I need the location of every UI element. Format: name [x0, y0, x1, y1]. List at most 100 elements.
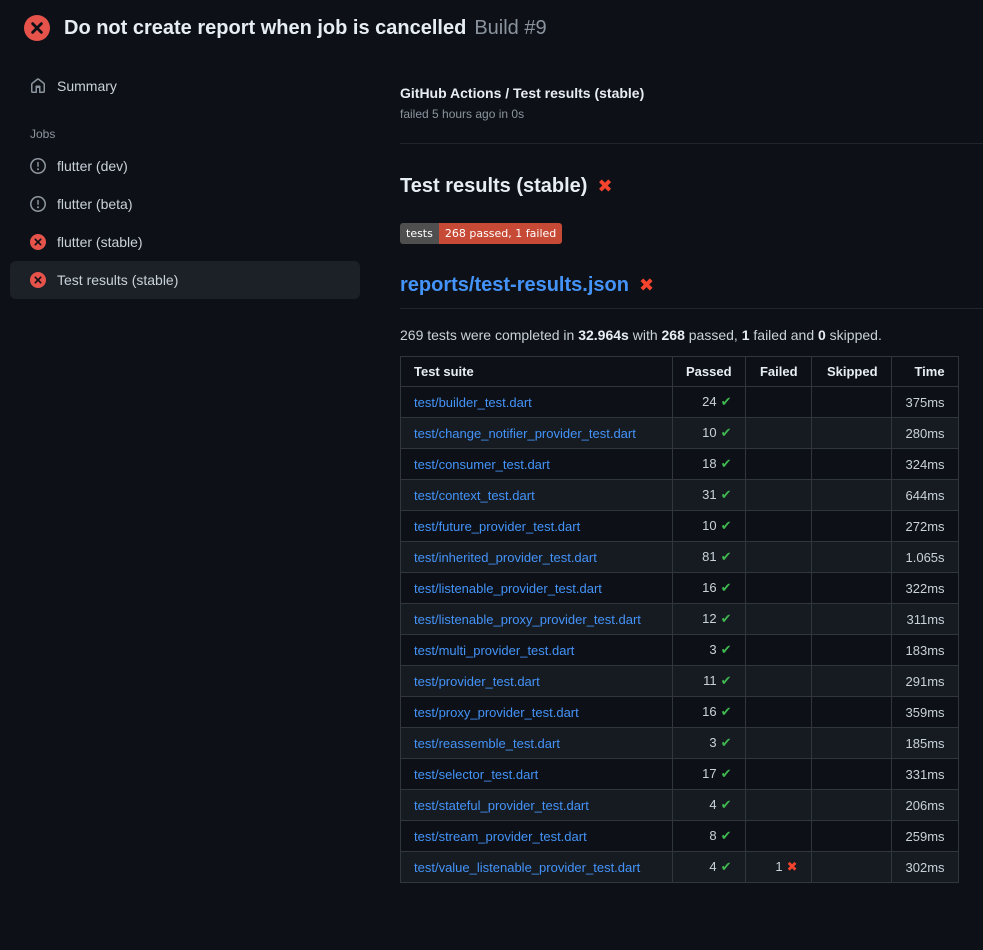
- sidebar-summary-label: Summary: [57, 78, 117, 94]
- sidebar-job-3[interactable]: flutter (stable): [10, 223, 360, 261]
- table-row: test/inherited_provider_test.dart 81✔ ✖ …: [401, 542, 959, 573]
- passed-count: 11: [703, 673, 717, 688]
- table-row: test/stateful_provider_test.dart 4✔ ✖ 20…: [401, 790, 959, 821]
- alert-circle-icon: [30, 196, 46, 212]
- test-suite-link[interactable]: test/stateful_provider_test.dart: [414, 798, 589, 813]
- test-suite-link[interactable]: test/provider_test.dart: [414, 674, 540, 689]
- time-value: 1.065s: [906, 550, 945, 565]
- table-row: test/multi_provider_test.dart 3✔ ✖ 183ms: [401, 635, 959, 666]
- table-row: test/proxy_provider_test.dart 16✔ ✖ 359m…: [401, 697, 959, 728]
- sidebar-job-label: flutter (beta): [57, 196, 132, 212]
- time-value: 359ms: [906, 705, 945, 720]
- passed-count: 12: [702, 611, 716, 626]
- sidebar: Summary Jobs flutter (dev) flutter (beta…: [0, 51, 370, 315]
- col-header-passed: Passed: [673, 357, 746, 387]
- results-table-body: test/builder_test.dart 24✔ ✖ 375ms test/…: [401, 387, 959, 883]
- passed-count: 10: [702, 518, 716, 533]
- badge-value: 268 passed, 1 failed: [439, 223, 562, 244]
- test-suite-link[interactable]: test/builder_test.dart: [414, 395, 532, 410]
- jobs-section-label: Jobs: [10, 111, 360, 147]
- main-content: GitHub Actions / Test results (stable) f…: [370, 51, 983, 883]
- test-suite-link[interactable]: test/stream_provider_test.dart: [414, 829, 587, 844]
- test-suite-link[interactable]: test/reassemble_test.dart: [414, 736, 560, 751]
- results-table: Test suite Passed Failed Skipped Time te…: [400, 356, 959, 883]
- failed-x-icon: ✖: [639, 275, 654, 296]
- time-value: 272ms: [906, 519, 945, 534]
- report-title-row: reports/test-results.json ✖: [400, 274, 983, 309]
- breadcrumb: GitHub Actions / Test results (stable): [400, 85, 983, 101]
- test-suite-link[interactable]: test/multi_provider_test.dart: [414, 643, 574, 658]
- check-icon: ✔: [721, 860, 732, 875]
- table-row: test/change_notifier_provider_test.dart …: [401, 418, 959, 449]
- report-file-link[interactable]: reports/test-results.json: [400, 274, 629, 297]
- home-icon: [30, 78, 46, 94]
- col-header-skipped: Skipped: [811, 357, 891, 387]
- time-value: 291ms: [906, 674, 945, 689]
- build-title: Do not create report when job is cancell…: [64, 17, 466, 39]
- passed-count: 10: [702, 425, 716, 440]
- table-row: test/stream_provider_test.dart 8✔ ✖ 259m…: [401, 821, 959, 852]
- x-circle-icon: [30, 234, 46, 250]
- table-row: test/value_listenable_provider_test.dart…: [401, 852, 959, 883]
- check-icon: ✔: [721, 395, 732, 410]
- section-title: Test results (stable): [400, 175, 587, 198]
- sidebar-item-summary[interactable]: Summary: [10, 67, 360, 105]
- summary-text: with: [629, 327, 662, 343]
- test-suite-link[interactable]: test/listenable_provider_test.dart: [414, 581, 602, 596]
- time-value: 311ms: [906, 612, 944, 627]
- table-row: test/provider_test.dart 11✔ ✖ 291ms: [401, 666, 959, 697]
- time-value: 206ms: [906, 798, 945, 813]
- check-icon: ✔: [721, 426, 732, 441]
- summary-passed-count: 268: [662, 327, 685, 343]
- test-suite-link[interactable]: test/inherited_provider_test.dart: [414, 550, 597, 565]
- check-icon: ✔: [721, 612, 732, 627]
- col-header-failed: Failed: [745, 357, 811, 387]
- summary-text: passed,: [685, 327, 742, 343]
- section-title-row: Test results (stable) ✖: [400, 175, 983, 198]
- summary-text: failed and: [750, 327, 819, 343]
- table-row: test/consumer_test.dart 18✔ ✖ 324ms: [401, 449, 959, 480]
- sidebar-job-4[interactable]: Test results (stable): [10, 261, 360, 299]
- test-suite-link[interactable]: test/change_notifier_provider_test.dart: [414, 426, 636, 441]
- test-suite-link[interactable]: test/proxy_provider_test.dart: [414, 705, 579, 720]
- time-value: 185ms: [906, 736, 945, 751]
- table-row: test/context_test.dart 31✔ ✖ 644ms: [401, 480, 959, 511]
- col-header-test-suite: Test suite: [401, 357, 673, 387]
- build-number: Build #9: [474, 17, 546, 39]
- passed-count: 3: [709, 735, 716, 750]
- sidebar-job-label: Test results (stable): [57, 272, 178, 288]
- test-suite-link[interactable]: test/listenable_proxy_provider_test.dart: [414, 612, 641, 627]
- test-suite-link[interactable]: test/selector_test.dart: [414, 767, 538, 782]
- test-suite-link[interactable]: test/value_listenable_provider_test.dart: [414, 860, 640, 875]
- passed-count: 4: [709, 797, 716, 812]
- table-row: test/reassemble_test.dart 3✔ ✖ 185ms: [401, 728, 959, 759]
- summary-text: skipped.: [826, 327, 882, 343]
- check-icon: ✔: [721, 798, 732, 813]
- table-row: test/listenable_provider_test.dart 16✔ ✖…: [401, 573, 959, 604]
- test-suite-link[interactable]: test/future_provider_test.dart: [414, 519, 580, 534]
- failed-count: 1: [775, 859, 782, 874]
- check-icon: ✔: [721, 736, 732, 751]
- time-value: 324ms: [906, 457, 945, 472]
- table-row: test/future_provider_test.dart 10✔ ✖ 272…: [401, 511, 959, 542]
- test-suite-link[interactable]: test/context_test.dart: [414, 488, 535, 503]
- passed-count: 16: [702, 580, 716, 595]
- sidebar-job-label: flutter (dev): [57, 158, 128, 174]
- time-value: 644ms: [906, 488, 945, 503]
- sidebar-job-2[interactable]: flutter (beta): [10, 185, 360, 223]
- tests-badge: tests 268 passed, 1 failed: [400, 223, 562, 244]
- passed-count: 4: [709, 859, 716, 874]
- test-suite-link[interactable]: test/consumer_test.dart: [414, 457, 550, 472]
- summary-failed-count: 1: [742, 327, 750, 343]
- col-header-time: Time: [891, 357, 958, 387]
- passed-count: 18: [702, 456, 716, 471]
- divider: [400, 143, 983, 144]
- time-value: 375ms: [906, 395, 945, 410]
- summary-duration: 32.964s: [578, 327, 629, 343]
- passed-count: 8: [709, 828, 716, 843]
- check-icon: ✔: [721, 457, 732, 472]
- sidebar-job-1[interactable]: flutter (dev): [10, 147, 360, 185]
- passed-count: 81: [702, 549, 716, 564]
- time-value: 280ms: [906, 426, 945, 441]
- check-icon: ✔: [721, 674, 732, 689]
